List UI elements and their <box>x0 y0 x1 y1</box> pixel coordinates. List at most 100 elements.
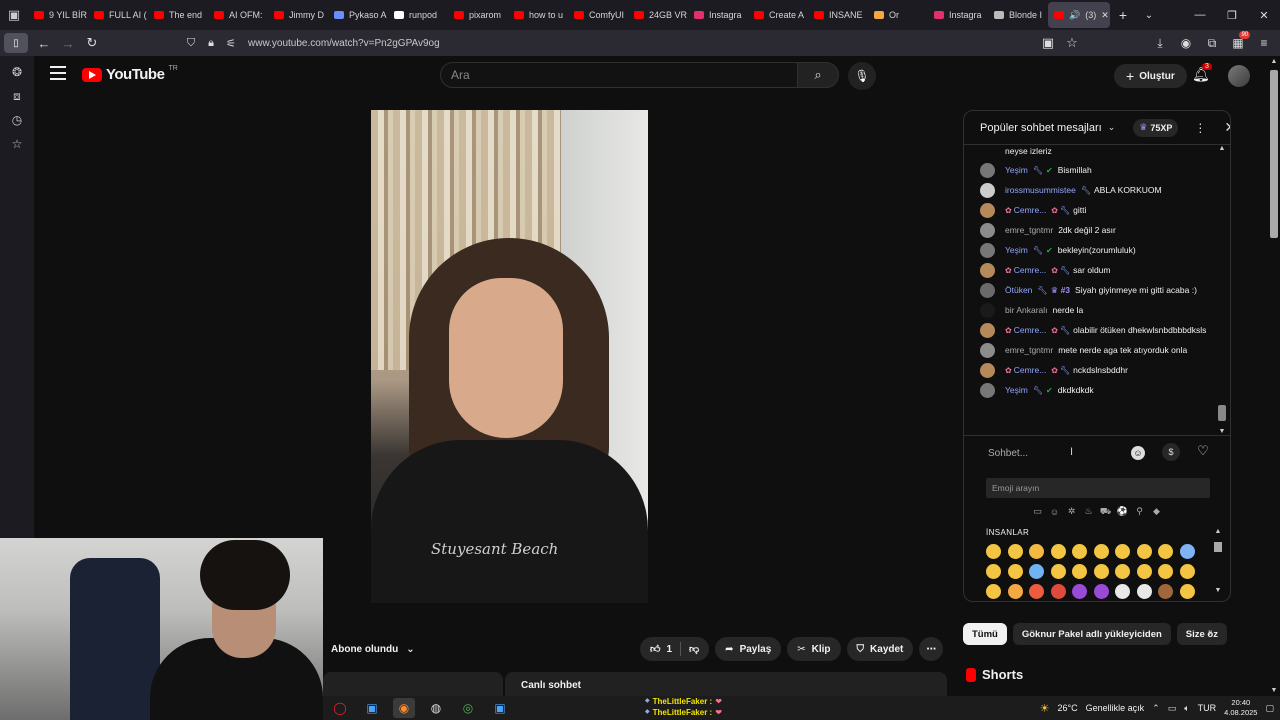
notification-center-icon[interactable]: ▢ <box>1265 703 1274 714</box>
author-name[interactable]: Cemre... <box>1014 365 1047 375</box>
extension-badge-icon[interactable]: ▦ 90 <box>1226 31 1250 54</box>
scroll-down-icon[interactable]: ▼ <box>1218 428 1226 435</box>
url-bar[interactable]: ⛉ 🔒︎ ⚟ www.youtube.com/watch?v=Pn2gGPAv9… <box>176 32 1076 54</box>
emoji-icon[interactable] <box>1072 544 1087 559</box>
author-avatar[interactable] <box>980 263 995 278</box>
browser-tab[interactable]: Instagra <box>688 0 748 30</box>
scroll-up-icon[interactable]: ▲ <box>1218 145 1226 152</box>
emoji-icon[interactable] <box>1136 564 1152 579</box>
scroll-up-icon[interactable]: ▲ <box>1214 528 1222 535</box>
reload-button[interactable]: ↻ <box>80 32 104 54</box>
lock-icon[interactable]: 🔒︎ <box>204 37 218 50</box>
emoji-icon[interactable] <box>1029 544 1044 559</box>
author-avatar[interactable] <box>980 363 995 378</box>
weather-temp[interactable]: 26°C <box>1058 703 1078 713</box>
symbols-category-icon[interactable]: ◆ <box>1151 506 1162 517</box>
objects-category-icon[interactable]: ⚲ <box>1134 506 1145 517</box>
emoji-search-input[interactable] <box>986 478 1210 498</box>
browser-tab[interactable]: runpod <box>388 0 448 30</box>
author-avatar[interactable] <box>980 283 995 298</box>
xp-badge[interactable]: ♛ 75XP <box>1133 118 1179 137</box>
synced-tabs-icon[interactable]: ⧈ <box>0 84 34 108</box>
chat-message[interactable]: irossmusummistee 🔧︎ ABLA KORKUOM <box>964 181 1222 201</box>
emoji-icon[interactable] <box>1179 564 1195 579</box>
firefox-icon[interactable]: ◉ <box>393 698 415 718</box>
restore-button[interactable]: ❐ <box>1216 0 1248 30</box>
author-avatar[interactable] <box>980 183 995 198</box>
like-icon[interactable]: 👍︎ <box>650 643 660 655</box>
browser-tab[interactable]: pixarom <box>448 0 508 30</box>
author-avatar[interactable] <box>980 323 995 338</box>
chat-input[interactable] <box>988 446 1148 462</box>
browser-tab[interactable]: 24GB VR <box>628 0 688 30</box>
super-chat-icon[interactable]: $ <box>1162 443 1180 461</box>
language-indicator[interactable]: TUR <box>1198 703 1217 713</box>
chat-message[interactable]: ✿ Cemre... ✿ 🔧︎ nckdslnsbddhr <box>964 361 1222 381</box>
chat-message[interactable]: ✿ Cemre... ✿ 🔧︎ olabilir ötüken dhekwlsnbdbb… <box>964 321 1222 341</box>
search-box[interactable] <box>440 62 798 88</box>
account-icon[interactable]: ◉ <box>1174 32 1198 54</box>
emoji-icon[interactable] <box>1093 564 1109 579</box>
emoji-icon[interactable] <box>1029 584 1044 599</box>
filter-chip[interactable]: Size öz <box>1176 623 1227 645</box>
browser-tab[interactable]: ComfyUI <box>568 0 628 30</box>
food-category-icon[interactable]: ♨ <box>1083 506 1094 517</box>
scroll-up-icon[interactable]: ▲ <box>1268 58 1280 65</box>
emoji-icon[interactable] <box>1029 564 1044 579</box>
author-avatar[interactable] <box>980 303 995 318</box>
browser-tab[interactable]: The end <box>148 0 208 30</box>
emoji-icon[interactable] <box>1072 564 1087 579</box>
shield-icon[interactable]: ⛉ <box>184 37 198 50</box>
heart-icon[interactable]: ♡ <box>1194 442 1212 460</box>
more-vert-icon[interactable]: ⋮ <box>1194 121 1206 135</box>
scroll-down-icon[interactable]: ▼ <box>1268 687 1280 694</box>
clock[interactable]: 20:40 4.08.2025 <box>1224 698 1257 718</box>
browser-tab[interactable]: Blonde I <box>988 0 1048 30</box>
author-avatar[interactable] <box>980 163 995 178</box>
emoji-icon[interactable] <box>1093 584 1109 599</box>
youtube-logo[interactable]: YouTube TR <box>82 65 178 83</box>
close-window-button[interactable]: ✕ <box>1248 0 1280 30</box>
notifications-bell-icon[interactable]: 🔔︎ 3 <box>1192 63 1212 83</box>
author-avatar[interactable] <box>980 383 995 398</box>
window-app-icon-2[interactable]: ▣ <box>489 698 511 718</box>
emoji-icon[interactable] <box>1072 584 1087 599</box>
emoji-icon[interactable] <box>986 564 1001 579</box>
author-name[interactable]: Cemre... <box>1014 205 1047 215</box>
chat-message[interactable]: ✿ Cemre... ✿ 🔧︎ gitti <box>964 201 1222 221</box>
sidebar-toggle-icon[interactable]: ▯ <box>4 33 28 53</box>
author-name[interactable]: Cemre... <box>1014 325 1047 335</box>
tab-overview-icon[interactable]: ▣ <box>0 0 28 30</box>
chat-message[interactable]: Ötüken 🔧︎ ♛ #3 Siyah giyinmeye mi gitti aca… <box>964 281 1222 301</box>
share-button[interactable]: ➦ Paylaş <box>715 637 782 661</box>
downloads-icon[interactable]: ⤓ <box>1148 32 1172 54</box>
bookmark-star-icon[interactable]: ☆ <box>1060 32 1084 54</box>
emoji-icon[interactable] <box>1007 584 1023 599</box>
back-button[interactable]: ← <box>32 32 56 54</box>
emoji-icon[interactable] <box>1158 564 1173 579</box>
browser-tab[interactable]: Jimmy D <box>268 0 328 30</box>
emoji-icon[interactable] <box>1158 544 1173 559</box>
chat-scroll-thumb[interactable] <box>1218 405 1226 421</box>
chevron-right-icon[interactable]: › <box>1208 627 1212 639</box>
minimize-button[interactable]: — <box>1184 0 1216 30</box>
filter-chip[interactable]: Göknur Pakel adlı yükleyiciden <box>1012 623 1171 645</box>
chat-scrollbar[interactable]: ▲ ▼ <box>1218 145 1226 435</box>
chat-message[interactable]: emre_tgntmr 2dk değil 2 asır <box>964 221 1222 241</box>
volume-icon[interactable]: 🔈︎ <box>1184 703 1189 714</box>
guide-menu-icon[interactable] <box>50 66 66 80</box>
browser-tab[interactable]: INSANE <box>808 0 868 30</box>
tab-list-dropdown-icon[interactable]: ⌄ <box>1136 10 1162 21</box>
page-scroll-thumb[interactable] <box>1270 70 1278 238</box>
emoji-icon[interactable] <box>1050 564 1066 579</box>
browser-tab[interactable]: AI OFM: <box>208 0 268 30</box>
account-avatar[interactable] <box>1228 65 1250 87</box>
chat-message[interactable]: Yeşim 🔧︎ ✔ dkdkdkdk <box>964 381 1222 401</box>
author-avatar[interactable] <box>980 243 995 258</box>
close-chat-icon[interactable]: ✕ <box>1224 119 1230 136</box>
chevron-down-icon[interactable]: ⌄ <box>1108 122 1116 133</box>
author-avatar[interactable] <box>980 203 995 218</box>
picture-in-picture-icon[interactable]: ▣ <box>1036 32 1060 54</box>
obs-icon[interactable]: ◍ <box>425 698 447 718</box>
chevron-up-icon[interactable]: ⌃ <box>1152 703 1160 714</box>
